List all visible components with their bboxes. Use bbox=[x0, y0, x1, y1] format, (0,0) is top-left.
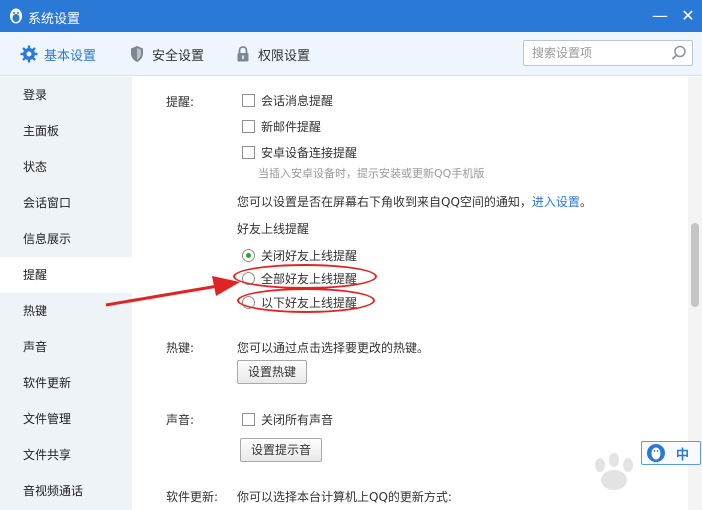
checkbox-box bbox=[242, 146, 255, 159]
highlight-ellipse-selected-friends bbox=[237, 288, 375, 313]
ime-mode-label: 中 bbox=[676, 447, 690, 463]
title-bar: 系统设置 — ✕ bbox=[0, 0, 702, 32]
qzone-notice-end: 。 bbox=[579, 195, 592, 209]
android-connect-reminder-checkbox[interactable]: 安卓设备连接提醒 bbox=[242, 144, 357, 161]
radio-disable-friend-online[interactable]: 关闭好友上线提醒 bbox=[242, 247, 357, 264]
sidebar-item-sound[interactable]: 声音 bbox=[0, 329, 132, 365]
checkbox-label: 关闭所有声音 bbox=[261, 413, 334, 427]
checkbox-box bbox=[242, 120, 255, 133]
qzone-notice: 您可以设置是否在屏幕右下角收到来自QQ空间的通知，进入设置。 bbox=[237, 193, 592, 210]
sidebar-item-chat-window[interactable]: 会话窗口 bbox=[0, 185, 132, 221]
set-notification-sound-button[interactable]: 设置提示音 bbox=[240, 438, 323, 462]
new-mail-reminder-checkbox[interactable]: 新邮件提醒 bbox=[242, 118, 321, 135]
update-section-label: 软件更新: bbox=[166, 490, 219, 504]
tab-security-settings[interactable]: 安全设置 bbox=[128, 44, 204, 64]
search-icon[interactable] bbox=[670, 44, 688, 62]
close-button[interactable]: ✕ bbox=[678, 6, 698, 26]
minimize-button[interactable]: — bbox=[650, 6, 670, 26]
hotkey-section-label: 热键: bbox=[166, 341, 195, 355]
reminder-section-label: 提醒: bbox=[166, 95, 195, 109]
friend-online-title: 好友上线提醒 bbox=[237, 222, 310, 236]
highlight-ellipse-all-friends bbox=[233, 264, 377, 289]
shield-icon bbox=[131, 46, 143, 62]
sidebar-item-file-sharing[interactable]: 文件共享 bbox=[0, 437, 132, 473]
checkbox-label: 新邮件提醒 bbox=[261, 120, 322, 134]
tab-label: 基本设置 bbox=[44, 48, 97, 64]
tab-label: 权限设置 bbox=[258, 48, 311, 64]
tabs-bar: 基本设置 安全设置 权限设置 bbox=[0, 32, 702, 76]
sidebar-item-av-call[interactable]: 音视频通话 bbox=[0, 473, 132, 509]
chat-message-reminder-checkbox[interactable]: 会话消息提醒 bbox=[242, 92, 333, 109]
sidebar-item-status[interactable]: 状态 bbox=[0, 149, 132, 185]
lock-icon bbox=[237, 46, 249, 62]
search-input[interactable] bbox=[524, 41, 664, 65]
tab-permission-settings[interactable]: 权限设置 bbox=[234, 44, 310, 64]
checkbox-box bbox=[242, 413, 255, 426]
checkbox-box bbox=[242, 94, 255, 107]
radio-dot bbox=[242, 249, 255, 262]
sidebar-item-hotkey[interactable]: 热键 bbox=[0, 293, 132, 329]
qq-penguin-icon bbox=[10, 8, 22, 24]
qzone-notice-text: 您可以设置是否在屏幕右下角收到来自QQ空间的通知， bbox=[237, 195, 532, 209]
sidebar-item-main-panel[interactable]: 主面板 bbox=[0, 113, 132, 149]
tab-label: 安全设置 bbox=[152, 48, 205, 64]
ime-indicator[interactable]: 中 bbox=[641, 441, 701, 465]
sidebar-item-info-display[interactable]: 信息展示 bbox=[0, 221, 132, 257]
scrollbar-thumb[interactable] bbox=[691, 223, 699, 307]
mute-all-sounds-checkbox[interactable]: 关闭所有声音 bbox=[242, 411, 333, 428]
sidebar-item-file-management[interactable]: 文件管理 bbox=[0, 401, 132, 437]
checkbox-label: 会话消息提醒 bbox=[261, 94, 334, 108]
search-box bbox=[523, 40, 693, 66]
hotkey-description: 您可以通过点击选择要更改的热键。 bbox=[237, 341, 430, 355]
tab-basic-settings[interactable]: 基本设置 bbox=[20, 44, 96, 64]
window-title: 系统设置 bbox=[28, 12, 81, 27]
penguin-icon bbox=[647, 444, 665, 462]
gear-icon bbox=[20, 45, 38, 63]
enter-settings-link[interactable]: 进入设置 bbox=[532, 195, 580, 209]
sound-section-label: 声音: bbox=[166, 413, 195, 427]
radio-label: 关闭好友上线提醒 bbox=[261, 249, 358, 263]
sidebar: 登录 主面板 状态 会话窗口 信息展示 提醒 热键 声音 软件更新 文件管理 文… bbox=[0, 77, 132, 510]
sidebar-item-login[interactable]: 登录 bbox=[0, 77, 132, 113]
update-description: 你可以选择本台计算机上QQ的更新方式: bbox=[237, 490, 452, 504]
set-hotkey-button[interactable]: 设置热键 bbox=[237, 360, 308, 384]
sidebar-item-software-update[interactable]: 软件更新 bbox=[0, 365, 132, 401]
sidebar-item-reminder[interactable]: 提醒 bbox=[0, 257, 132, 293]
checkbox-label: 安卓设备连接提醒 bbox=[261, 146, 358, 160]
android-hint-text: 当插入安卓设备时，提示安装或更新QQ手机版 bbox=[258, 167, 485, 180]
